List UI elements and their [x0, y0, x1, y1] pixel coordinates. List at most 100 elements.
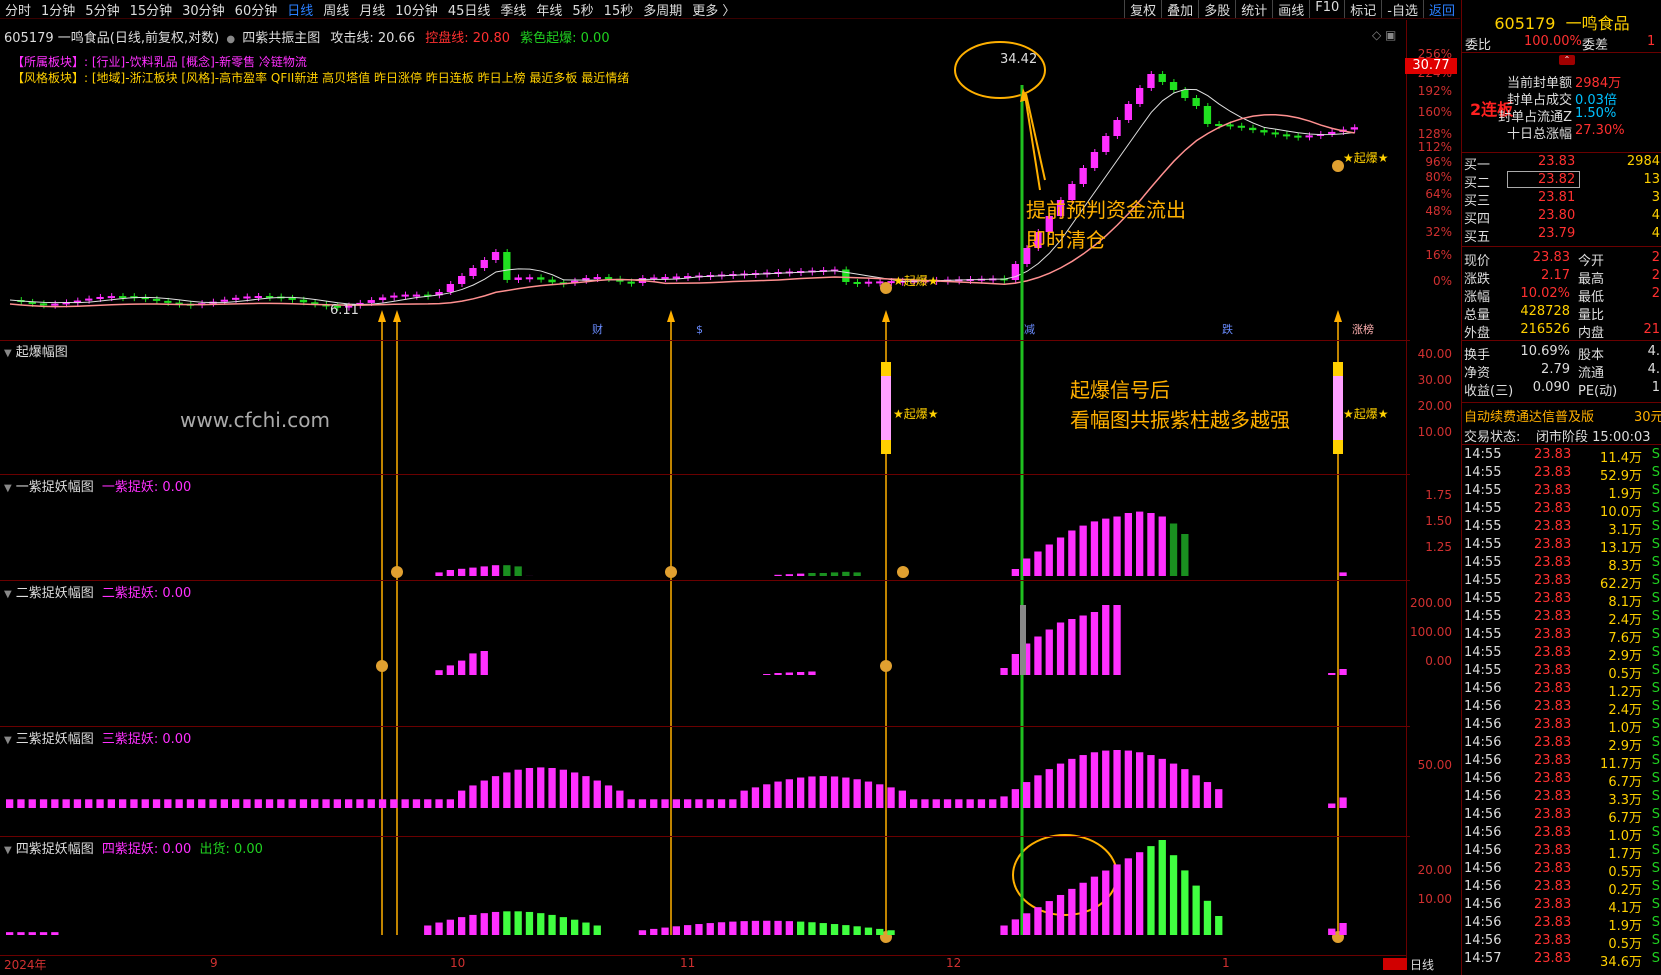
indicator-bar — [785, 672, 793, 675]
tick-row[interactable]: 14:56 23.83 4.1万 S — [1462, 897, 1661, 916]
trading-app: 分时 1分钟 5分钟 15分钟 30分钟 60分钟 日线 周线 月线 10分钟 45日线 季线 年线 5秒… — [0, 0, 1661, 975]
candle-body — [85, 298, 93, 301]
indicator-bar — [819, 923, 827, 935]
chart-canvas[interactable]: 34.42 6.11 ★起爆★ ★起爆★ ★起爆★ ★起爆★ 财 $ 减 跌 涨榜 — [0, 0, 1460, 975]
indicator-bar — [1056, 763, 1065, 808]
indicator-bar — [1136, 852, 1144, 935]
indicator-bar — [1169, 855, 1178, 935]
money-bag-icon — [880, 282, 892, 294]
expand-icon[interactable]: ⌃ — [1559, 55, 1575, 65]
tick-row[interactable]: 14:57 23.83 34.6万 S — [1462, 951, 1661, 970]
tick-row[interactable]: 14:55 23.83 2.9万 S — [1462, 645, 1661, 664]
indicator-bar — [458, 917, 466, 935]
indicator-bar — [1068, 758, 1076, 808]
event-mark: 财 — [592, 322, 603, 336]
panel-label-1[interactable]: ▼ 一紫捉妖幅图 一紫捉妖: 0.00 — [4, 476, 191, 495]
panel-y-tick: 1.75 — [1425, 488, 1452, 502]
indicator-bar — [842, 925, 850, 935]
indicator-bar — [458, 790, 466, 808]
tick-row[interactable]: 14:56 23.83 1.2万 S — [1462, 681, 1661, 700]
tick-row[interactable]: 14:55 23.83 62.2万 S — [1462, 573, 1661, 592]
collapse-icon[interactable]: ▼ — [4, 483, 12, 494]
y-tick-label: 96% — [1425, 155, 1452, 169]
tick-row[interactable]: 14:56 23.83 6.7万 S — [1462, 771, 1661, 790]
collapse-icon[interactable]: ▼ — [4, 845, 12, 856]
tick-row[interactable]: 14:55 23.83 11.4万 S — [1462, 447, 1661, 466]
indicator-bar — [435, 670, 443, 675]
panel-label-4[interactable]: ▼ 四紫捉妖幅图 四紫捉妖: 0.00 出货: 0.00 — [4, 838, 263, 857]
tick-row[interactable]: 14:55 23.83 52.9万 S — [1462, 465, 1661, 484]
panel-y-tick: 0.00 — [1425, 654, 1452, 668]
y-tick-label: 16% — [1425, 248, 1452, 262]
indicator-bar — [1000, 925, 1008, 935]
qibao-cap — [1333, 440, 1343, 454]
indicator-bar — [480, 913, 488, 935]
tick-row[interactable]: 14:56 23.83 1.0万 S — [1462, 825, 1661, 844]
tick-row[interactable]: 14:56 23.83 1.9万 S — [1462, 915, 1661, 934]
tick-row[interactable]: 14:56 23.83 2.4万 S — [1462, 699, 1661, 718]
tick-row[interactable]: 14:55 23.83 8.1万 S — [1462, 591, 1661, 610]
collapse-icon[interactable]: ▼ — [4, 735, 12, 746]
tick-row[interactable]: 14:56 23.83 0.2万 S — [1462, 879, 1661, 898]
collapse-icon[interactable]: ▼ — [4, 589, 12, 600]
money-bag-icon — [880, 660, 892, 672]
indicator-bar — [469, 914, 477, 935]
tick-row[interactable]: 14:55 23.83 2.4万 S — [1462, 609, 1661, 628]
time-axis-label: 2024年 — [4, 958, 47, 972]
tick-row[interactable]: 14:56 23.83 11.7万 S — [1462, 753, 1661, 772]
tick-row[interactable]: 14:55 23.83 1.9万 S — [1462, 483, 1661, 502]
tick-row[interactable]: 14:55 23.83 3.1万 S — [1462, 519, 1661, 538]
indicator-bar — [729, 799, 737, 808]
indicator-bar — [842, 777, 850, 808]
candle-body — [491, 252, 500, 260]
signal-arrow-head — [393, 310, 401, 322]
indicator-bar — [1011, 789, 1019, 808]
indicator-bar — [1147, 513, 1155, 576]
indicator-bar — [1034, 551, 1042, 576]
signal-arrow-head — [378, 310, 386, 322]
panel-divider[interactable] — [0, 836, 1410, 837]
indicator-bar — [265, 799, 274, 808]
panel-divider[interactable] — [0, 340, 1410, 341]
tick-row[interactable]: 14:55 23.83 8.3万 S — [1462, 555, 1661, 574]
candle-body — [1282, 134, 1291, 137]
indicator-bar — [1079, 525, 1087, 576]
indicator-bar — [1136, 511, 1144, 576]
panel-divider[interactable] — [0, 726, 1410, 727]
indicator-bar — [1158, 516, 1166, 576]
indicator-bar — [85, 799, 93, 808]
panel-label-3[interactable]: ▼ 三紫捉妖幅图 三紫捉妖: 0.00 — [4, 728, 191, 747]
candle-body — [446, 284, 454, 292]
period-indicator[interactable]: 日线 — [1410, 956, 1434, 973]
scroll-button[interactable] — [1383, 958, 1407, 970]
pointer-line — [1024, 94, 1041, 191]
tick-row[interactable]: 14:56 23.83 0.5万 S — [1462, 861, 1661, 880]
tick-row[interactable]: 14:55 23.83 0.5万 S — [1462, 663, 1661, 682]
candle-body — [503, 252, 511, 280]
tick-row[interactable]: 14:55 23.83 10.0万 S — [1462, 501, 1661, 520]
panel-divider[interactable] — [0, 580, 1410, 581]
tick-row[interactable]: 14:56 23.83 2.9万 S — [1462, 735, 1661, 754]
tick-row[interactable]: 14:55 23.83 13.1万 S — [1462, 537, 1661, 556]
indicator-bar — [571, 919, 579, 935]
indicator-bar — [198, 799, 206, 808]
indicator-bar — [1011, 919, 1019, 935]
tick-row[interactable]: 14:56 23.83 1.0万 S — [1462, 717, 1661, 736]
indicator-bar — [62, 799, 70, 808]
tick-row[interactable]: 14:56 23.83 3.3万 S — [1462, 789, 1661, 808]
panel-label-2[interactable]: ▼ 二紫捉妖幅图 二紫捉妖: 0.00 — [4, 582, 191, 601]
tick-row[interactable]: 14:56 23.83 1.7万 S — [1462, 843, 1661, 862]
tick-row[interactable]: 14:56 23.83 6.7万 S — [1462, 807, 1661, 826]
indicator-bar — [1102, 605, 1110, 675]
annotation-exit: 提前预判资金流出 即时清仓 — [1026, 198, 1186, 252]
time-axis-label: 11 — [680, 956, 696, 970]
panel-y-tick: 100.00 — [1410, 625, 1452, 639]
panel-label-qibao[interactable]: ▼ 起爆幅图 — [4, 341, 68, 360]
panel-divider[interactable] — [0, 474, 1410, 475]
collapse-icon[interactable]: ▼ — [4, 348, 12, 359]
money-bag-icon — [391, 566, 403, 578]
tick-row[interactable]: 14:56 23.83 0.5万 S — [1462, 933, 1661, 952]
candle-body — [243, 296, 251, 299]
tick-row[interactable]: 14:55 23.83 7.6万 S — [1462, 627, 1661, 646]
candle-body — [39, 303, 48, 306]
